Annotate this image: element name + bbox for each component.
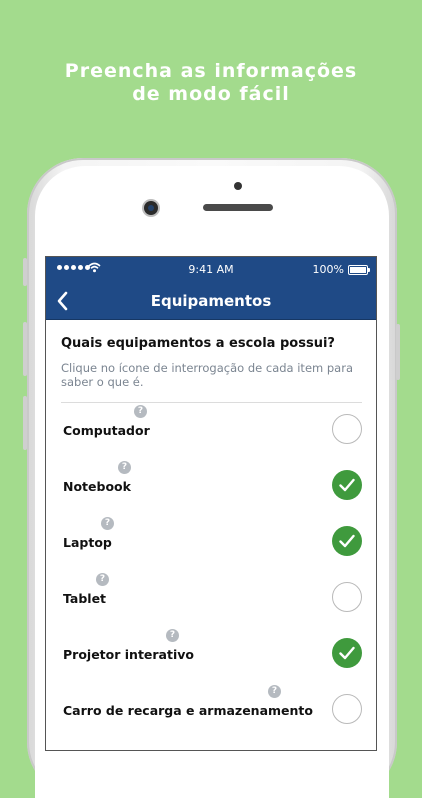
- equipment-item-computador: Computador ?: [61, 403, 362, 459]
- item-label: Projetor interativo: [63, 647, 194, 662]
- help-icon[interactable]: ?: [268, 685, 281, 698]
- battery-icon: [348, 264, 370, 275]
- item-label: Carro de recarga e armazenamento: [63, 703, 313, 718]
- promo-line-2: de modo fácil: [132, 83, 290, 105]
- power-button: [396, 324, 400, 380]
- checkmark-icon: [339, 646, 355, 660]
- checkbox-unchecked[interactable]: [332, 694, 362, 724]
- help-icon[interactable]: ?: [118, 461, 131, 474]
- equipment-item-projetor-interativo: Projetor interativo ?: [61, 627, 362, 683]
- item-label: Notebook: [63, 479, 131, 494]
- checkbox-unchecked[interactable]: [332, 582, 362, 612]
- mute-switch: [23, 258, 27, 286]
- equipment-list: Computador ? Notebook ? Laptop ? Tablet …: [61, 403, 362, 739]
- item-label: Laptop: [63, 535, 112, 550]
- equipment-item-notebook: Notebook ?: [61, 459, 362, 515]
- help-icon[interactable]: ?: [134, 405, 147, 418]
- item-label: Computador: [63, 423, 150, 438]
- question-text: Quais equipamentos a escola possui?: [61, 336, 335, 351]
- promo-line-1: Preencha as informações: [64, 60, 358, 82]
- page-title: Equipamentos: [150, 292, 272, 310]
- proximity-sensor: [234, 182, 242, 190]
- help-icon[interactable]: ?: [96, 573, 109, 586]
- app-screen: 9:41 AM 100% Equipamentos Quais equipame…: [46, 257, 376, 750]
- hint-text: Clique no ícone de interrogação de cada …: [61, 361, 353, 389]
- checkbox-checked[interactable]: [332, 526, 362, 556]
- battery-indicator: 100%: [312, 263, 370, 276]
- help-icon[interactable]: ?: [101, 517, 114, 530]
- checkmark-icon: [339, 534, 355, 548]
- checkbox-checked[interactable]: [332, 638, 362, 668]
- checkbox-unchecked[interactable]: [332, 414, 362, 444]
- form-content: Quais equipamentos a escola possui? Cliq…: [46, 336, 376, 739]
- help-icon[interactable]: ?: [166, 629, 179, 642]
- navigation-bar: Equipamentos: [46, 283, 376, 320]
- equipment-item-tablet: Tablet ?: [61, 571, 362, 627]
- battery-percent: 100%: [312, 263, 344, 276]
- volume-down-button: [23, 396, 27, 450]
- volume-up-button: [23, 322, 27, 376]
- checkmark-icon: [339, 478, 355, 492]
- promo-headline: Preencha as informações de modo fácil: [0, 60, 422, 106]
- equipment-item-carro-de-recarga: Carro de recarga e armazenamento ?: [61, 683, 362, 739]
- item-label: Tablet: [63, 591, 107, 606]
- status-bar: 9:41 AM 100%: [46, 257, 376, 283]
- front-camera: [144, 201, 158, 215]
- earpiece-speaker: [203, 204, 273, 211]
- checkbox-checked[interactable]: [332, 470, 362, 500]
- equipment-item-laptop: Laptop ?: [61, 515, 362, 571]
